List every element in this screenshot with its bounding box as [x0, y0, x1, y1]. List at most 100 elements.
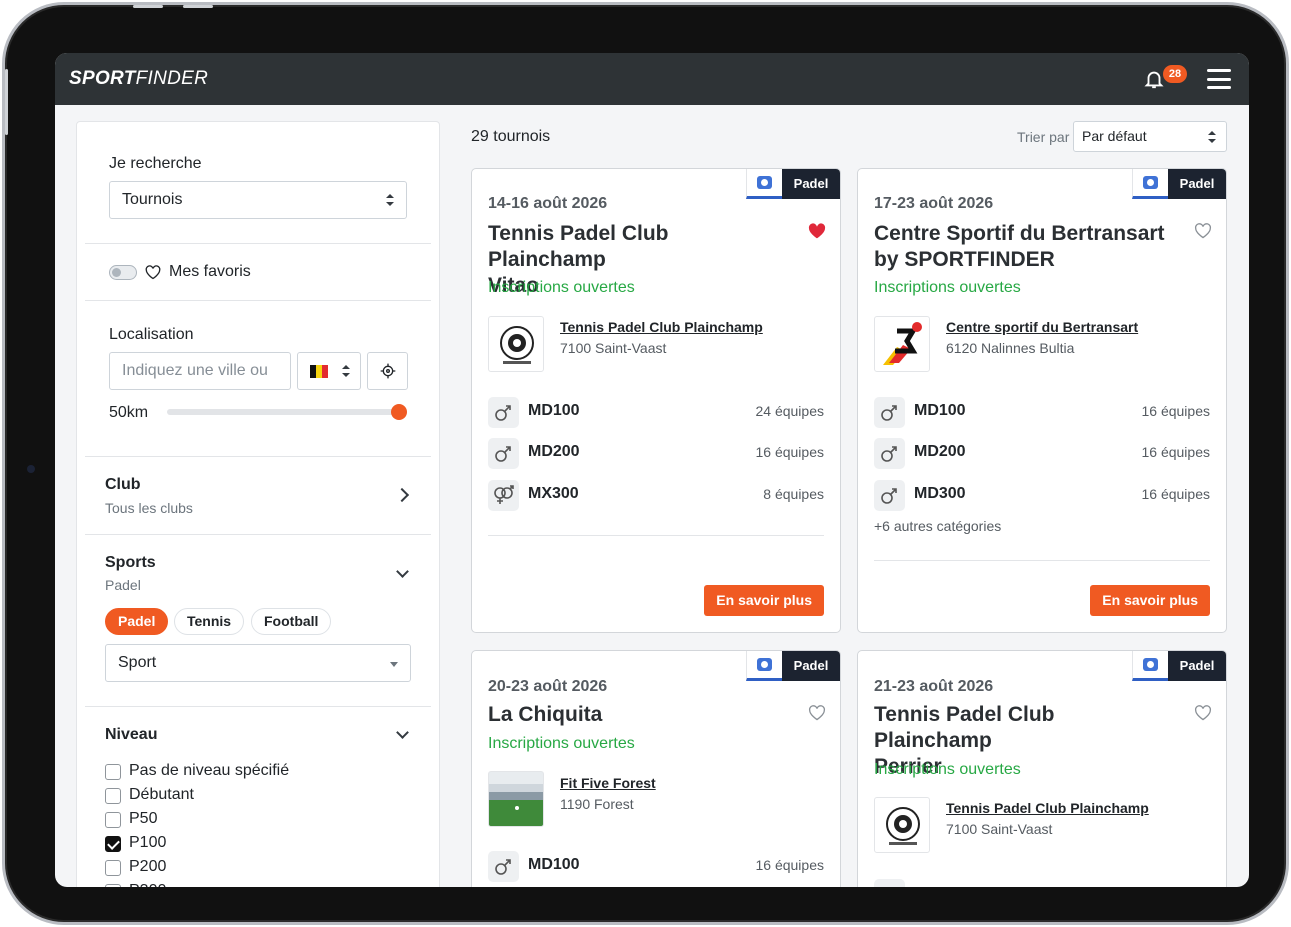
chip-tennis[interactable]: Tennis [174, 608, 245, 635]
level-checkbox[interactable] [105, 884, 121, 887]
crosshair-icon [380, 363, 396, 379]
tournament-card[interactable]: Padel 20-23 août 2026 La Chiquita Inscri… [471, 650, 841, 887]
level-checkbox[interactable] [105, 788, 121, 804]
bell-icon[interactable] [1143, 68, 1165, 90]
tournament-date: 14-16 août 2026 [488, 195, 608, 212]
country-select[interactable] [297, 352, 361, 390]
tournament-card[interactable]: Padel 21-23 août 2026 Tennis Padel Club … [857, 650, 1227, 887]
federation-logo-icon [1132, 651, 1168, 681]
sport-tag: Padel [1168, 169, 1226, 199]
learn-more-button[interactable]: En savoir plus [704, 585, 824, 616]
divider [488, 535, 824, 536]
level-checkbox[interactable] [105, 764, 121, 780]
level-checkbox[interactable] [105, 812, 121, 828]
tournament-card[interactable]: Padel 17-23 août 2026 Centre Sportif du … [857, 168, 1227, 633]
male-icon [488, 397, 519, 428]
registration-status: Inscriptions ouvertes [874, 761, 1021, 778]
tournament-title[interactable]: Centre Sportif du Bertransart by SPORTFIN… [874, 221, 1174, 273]
radius-slider-track[interactable] [167, 409, 399, 415]
level-checkbox[interactable] [105, 860, 121, 876]
favorite-heart-filled-icon[interactable] [808, 223, 826, 239]
category-teams: 16 équipes [1141, 444, 1210, 460]
category-name: MD100 [528, 402, 580, 419]
tournament-card[interactable]: Padel 14-16 août 2026 Tennis Padel Club … [471, 168, 841, 633]
level-filter-title: Niveau [105, 726, 158, 743]
filter-sidebar: Je recherche Tournois Mes favoris Locali… [76, 121, 440, 887]
club-link[interactable]: Fit Five Forest [560, 775, 656, 791]
club-link[interactable]: Tennis Padel Club Plainchamp [946, 800, 1149, 816]
male-icon [874, 480, 905, 511]
male-icon [874, 438, 905, 469]
male-icon [488, 851, 519, 882]
app-logo[interactable]: SPORTFINDER [69, 68, 208, 90]
geolocate-button[interactable] [367, 352, 408, 390]
favorite-heart-outline-icon[interactable] [1194, 705, 1212, 721]
club-logo[interactable] [488, 316, 544, 372]
divider [874, 560, 1210, 561]
level-checkbox-label: P200 [129, 858, 167, 875]
sort-label: Trier par [1017, 129, 1070, 145]
category-name: MD100 [528, 856, 580, 873]
federation-logo-icon [746, 169, 782, 199]
tournament-date: 17-23 août 2026 [874, 195, 994, 212]
sport-select[interactable]: Sport [105, 644, 411, 682]
category-teams: 16 équipes [755, 857, 824, 873]
category-teams: 16 équipes [755, 444, 824, 460]
location-input[interactable]: Indiquez une ville ou [109, 352, 291, 390]
sports-filter-header[interactable]: Sports Padel [77, 534, 439, 604]
learn-more-button[interactable]: En savoir plus [1090, 585, 1210, 616]
category-name: MD200 [528, 443, 580, 460]
radius-label: 50km [109, 404, 149, 421]
camera-dot [27, 465, 35, 473]
level-checkbox[interactable] [105, 836, 121, 852]
sport-tag: Padel [1168, 651, 1226, 681]
top-navbar: SPORTFINDER 28 [55, 53, 1249, 105]
level-checkbox-label: P100 [129, 834, 167, 851]
level-filter-header[interactable]: Niveau [77, 706, 439, 756]
club-photo[interactable] [488, 771, 544, 827]
radius-slider-handle[interactable] [391, 404, 407, 420]
category-teams: 16 équipes [1141, 403, 1210, 419]
more-categories-text[interactable]: +6 autres catégories [874, 518, 1001, 534]
chip-football[interactable]: Football [251, 608, 332, 635]
registration-status: Inscriptions ouvertes [488, 279, 635, 296]
tournament-date: 20-23 août 2026 [488, 678, 608, 695]
club-link[interactable]: Tennis Padel Club Plainchamp [560, 319, 763, 335]
club-city: 6120 Nalinnes Bultia [946, 340, 1075, 356]
club-logo[interactable] [874, 797, 930, 853]
club-filter-row[interactable]: Club Tous les clubs [77, 456, 439, 534]
favorites-label: Mes favoris [169, 263, 251, 280]
tablet-frame: SPORTFINDER 28 Je recherche Tournois Mes… [2, 2, 1289, 925]
category-teams: 8 équipes [763, 486, 824, 502]
club-filter-value: Tous les clubs [105, 500, 193, 516]
category-teams: 24 équipes [755, 403, 824, 419]
divider [85, 243, 431, 244]
favorite-heart-outline-icon[interactable] [1194, 223, 1212, 239]
heart-outline-icon [145, 265, 161, 280]
federation-logo-icon [1132, 169, 1168, 199]
device-button [183, 5, 213, 8]
club-link[interactable]: Centre sportif du Bertransart [946, 319, 1138, 335]
registration-status: Inscriptions ouvertes [488, 735, 635, 752]
search-type-select[interactable]: Tournois [109, 181, 407, 219]
registration-status: Inscriptions ouvertes [874, 279, 1021, 296]
location-label: Localisation [109, 326, 194, 343]
device-button [5, 69, 8, 135]
tournament-title[interactable]: La Chiquita [488, 702, 788, 728]
sports-filter-value: Padel [105, 577, 141, 593]
mixed-gender-icon [488, 480, 519, 511]
chip-padel[interactable]: Padel [105, 608, 169, 635]
device-button [133, 5, 163, 8]
federation-logo-icon [746, 651, 782, 681]
level-checkbox-label: P50 [129, 810, 158, 827]
male-icon [874, 879, 905, 887]
club-logo[interactable] [874, 316, 930, 372]
hamburger-menu-icon[interactable] [1207, 69, 1231, 89]
app-screen: SPORTFINDER 28 Je recherche Tournois Mes… [55, 53, 1249, 887]
sort-select[interactable]: Par défaut [1073, 121, 1227, 152]
favorites-toggle[interactable] [109, 265, 137, 280]
sports-filter-title: Sports [105, 554, 156, 571]
belgium-flag-icon [310, 365, 328, 378]
category-name: MX300 [528, 485, 579, 502]
favorite-heart-outline-icon[interactable] [808, 705, 826, 721]
